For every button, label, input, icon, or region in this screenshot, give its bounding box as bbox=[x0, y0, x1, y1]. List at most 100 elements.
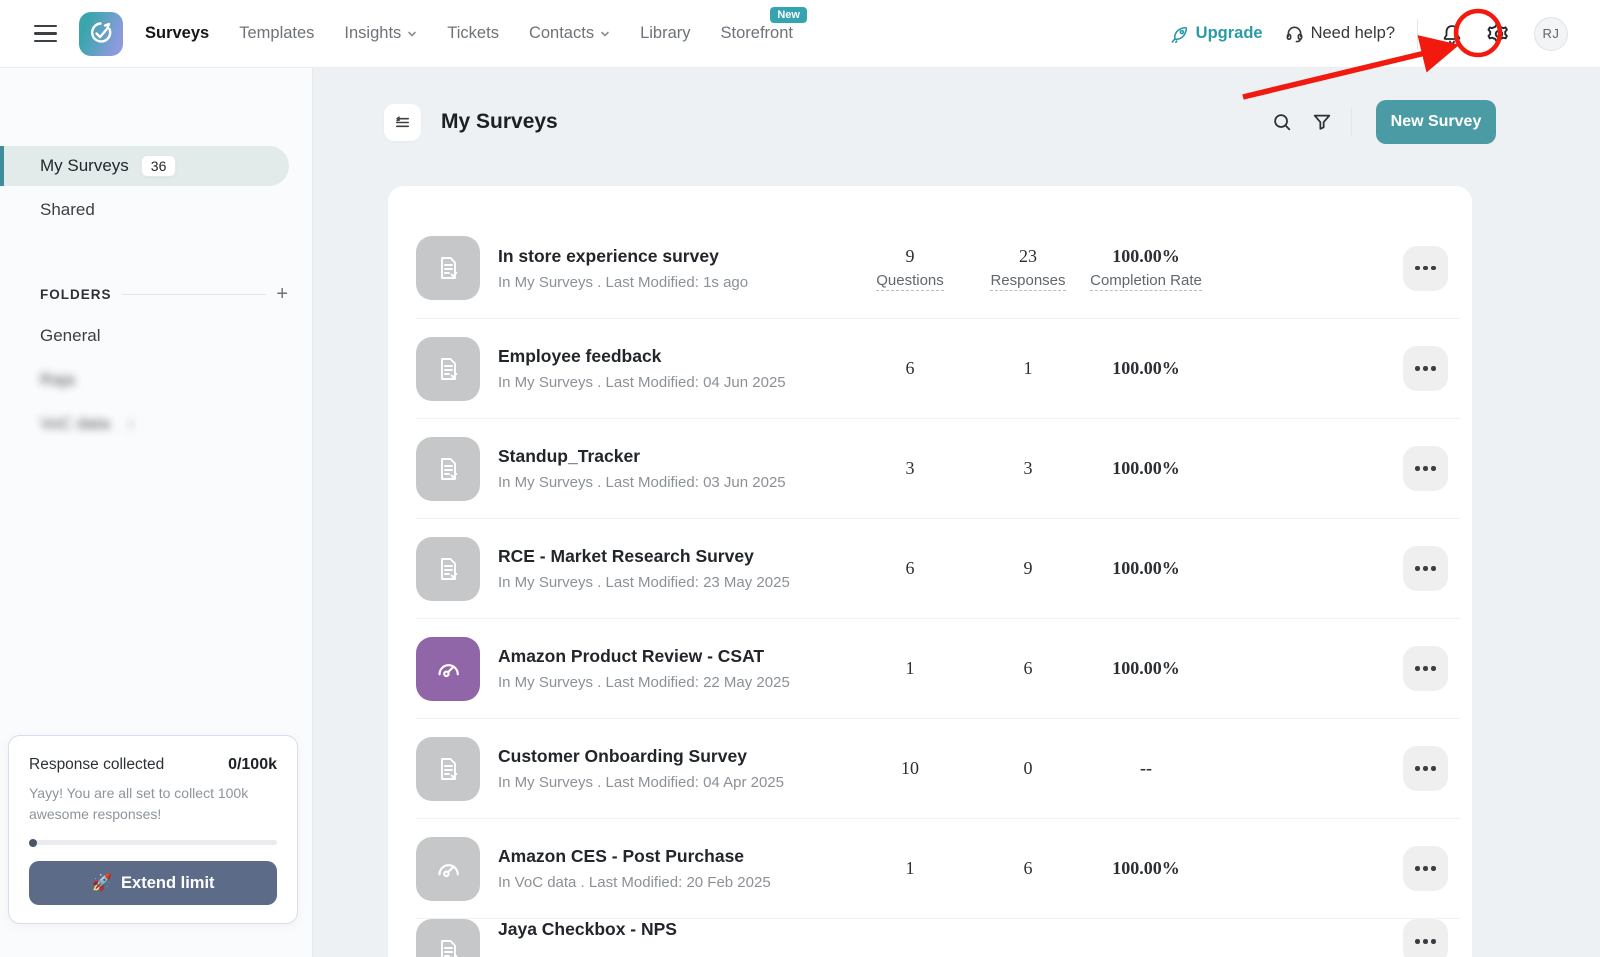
questions-stat: 1 bbox=[851, 858, 969, 879]
survey-meta: In My Surveys . Last Modified: 04 Jun 20… bbox=[498, 374, 851, 391]
survey-meta: In My Surveys . Last Modified: 23 May 20… bbox=[498, 574, 851, 591]
need-help-button[interactable]: Need help? bbox=[1285, 24, 1395, 43]
hamburger-menu-icon[interactable] bbox=[34, 25, 57, 43]
row-menu-button[interactable] bbox=[1403, 919, 1448, 957]
document-check-icon bbox=[432, 935, 464, 957]
nav-item-surveys[interactable]: Surveys bbox=[145, 24, 209, 43]
bell-icon bbox=[1440, 22, 1464, 46]
app-logo[interactable] bbox=[79, 12, 123, 56]
completion-stat: 100.00% bbox=[1087, 458, 1205, 479]
questions-stat: 6 bbox=[851, 558, 969, 579]
responses-stat: 6 bbox=[969, 658, 1087, 679]
rocket-icon bbox=[1170, 24, 1189, 43]
survey-title[interactable]: Standup_Tracker bbox=[498, 446, 851, 467]
survey-row[interactable]: Customer Onboarding Survey In My Surveys… bbox=[416, 718, 1460, 818]
nav-item-insights[interactable]: Insights bbox=[344, 24, 417, 43]
need-help-label: Need help? bbox=[1311, 24, 1395, 43]
survey-title[interactable]: Jaya Checkbox - NPS bbox=[498, 919, 851, 940]
survey-title[interactable]: Customer Onboarding Survey bbox=[498, 746, 851, 767]
questions-stat: 1 bbox=[851, 658, 969, 679]
survey-type-icon bbox=[416, 637, 480, 701]
survey-row[interactable]: RCE - Market Research Survey In My Surve… bbox=[416, 518, 1460, 618]
survey-meta: In My Surveys . Last Modified: 03 Jun 20… bbox=[498, 474, 851, 491]
collapse-sidebar-button[interactable] bbox=[384, 104, 421, 141]
sidebar: My Surveys 36 Shared FOLDERS + General R… bbox=[0, 68, 313, 957]
row-menu-button[interactable] bbox=[1403, 546, 1448, 591]
notifications-bell-button[interactable] bbox=[1440, 22, 1464, 46]
sidebar-item-my-surveys[interactable]: My Surveys 36 bbox=[0, 146, 289, 186]
my-surveys-count-badge: 36 bbox=[141, 155, 177, 177]
headset-icon bbox=[1285, 24, 1304, 43]
survey-title[interactable]: In store experience survey bbox=[498, 246, 851, 267]
row-menu-button[interactable] bbox=[1403, 646, 1448, 691]
extend-limit-button[interactable]: 🚀 Extend limit bbox=[29, 861, 277, 905]
upgrade-button[interactable]: Upgrade bbox=[1170, 24, 1263, 43]
questions-count: 9 bbox=[906, 246, 915, 267]
completion-rate: 100.00% bbox=[1112, 558, 1180, 579]
primary-nav: Surveys Templates Insights Tickets Conta… bbox=[145, 24, 793, 43]
user-avatar[interactable]: RJ bbox=[1534, 17, 1568, 51]
usage-value: 0/100k bbox=[228, 756, 277, 774]
survey-row[interactable]: Employee feedback In My Surveys . Last M… bbox=[416, 318, 1460, 418]
survey-row[interactable]: Amazon CES - Post Purchase In VoC data .… bbox=[416, 818, 1460, 918]
responses-count: 6 bbox=[1024, 858, 1033, 879]
survey-title[interactable]: Amazon Product Review - CSAT bbox=[498, 646, 851, 667]
search-icon bbox=[1271, 111, 1293, 133]
questions-count: 6 bbox=[906, 358, 915, 379]
folder-item-general[interactable]: General bbox=[0, 314, 312, 358]
chevron-down-icon bbox=[407, 29, 417, 39]
topbar-divider bbox=[1417, 19, 1418, 49]
responses-stat: 9 bbox=[969, 558, 1087, 579]
response-usage-card: Response collected 0/100k Yayy! You are … bbox=[8, 735, 298, 924]
nav-item-library[interactable]: Library bbox=[640, 24, 690, 43]
nav-item-templates[interactable]: Templates bbox=[239, 24, 314, 43]
survey-title[interactable]: RCE - Market Research Survey bbox=[498, 546, 851, 567]
new-badge: New bbox=[770, 7, 807, 23]
survey-row[interactable]: Amazon Product Review - CSAT In My Surve… bbox=[416, 618, 1460, 718]
responses-count: 23 bbox=[1019, 246, 1037, 267]
questions-count: 6 bbox=[906, 558, 915, 579]
survey-row[interactable]: Jaya Checkbox - NPS bbox=[416, 918, 1460, 957]
filter-button[interactable] bbox=[1311, 111, 1333, 133]
survey-row[interactable]: In store experience survey In My Surveys… bbox=[416, 218, 1460, 318]
new-survey-button[interactable]: New Survey bbox=[1376, 100, 1496, 144]
row-menu-button[interactable] bbox=[1403, 246, 1448, 291]
folder-item-blurred-2[interactable]: VoC data 1 bbox=[0, 402, 312, 446]
completion-stat: 100.00% bbox=[1087, 358, 1205, 379]
document-check-icon bbox=[432, 252, 464, 284]
row-menu-button[interactable] bbox=[1403, 446, 1448, 491]
page-title: My Surveys bbox=[441, 110, 558, 134]
settings-gear-button[interactable] bbox=[1486, 21, 1512, 47]
top-navigation-bar: Surveys Templates Insights Tickets Conta… bbox=[0, 0, 1600, 68]
header-divider bbox=[1351, 107, 1352, 137]
gauge-icon bbox=[431, 852, 465, 886]
survey-meta: In My Surveys . Last Modified: 22 May 20… bbox=[498, 674, 851, 691]
questions-count: 10 bbox=[901, 758, 919, 779]
completion-stat: 100.00% bbox=[1087, 658, 1205, 679]
row-menu-button[interactable] bbox=[1403, 746, 1448, 791]
survey-meta: In VoC data . Last Modified: 20 Feb 2025 bbox=[498, 874, 851, 891]
survey-type-icon bbox=[416, 737, 480, 801]
add-folder-button[interactable]: + bbox=[276, 284, 288, 304]
folders-header: FOLDERS bbox=[40, 287, 112, 302]
sidebar-item-shared[interactable]: Shared bbox=[0, 190, 312, 230]
extend-limit-label: Extend limit bbox=[121, 874, 215, 893]
survey-title[interactable]: Employee feedback bbox=[498, 346, 851, 367]
survey-title[interactable]: Amazon CES - Post Purchase bbox=[498, 846, 851, 867]
completion-stat: 100.00% bbox=[1087, 558, 1205, 579]
nav-item-label: Insights bbox=[344, 24, 401, 43]
sidebar-item-label: Shared bbox=[40, 200, 95, 220]
search-button[interactable] bbox=[1271, 111, 1293, 133]
document-check-icon bbox=[432, 553, 464, 585]
nav-item-label: Tickets bbox=[447, 24, 499, 43]
nav-item-storefront[interactable]: Storefront New bbox=[721, 24, 793, 43]
questions-stat: 6 bbox=[851, 358, 969, 379]
nav-item-contacts[interactable]: Contacts bbox=[529, 24, 610, 43]
folder-item-blurred-1[interactable]: Raja bbox=[0, 358, 312, 402]
row-menu-button[interactable] bbox=[1403, 846, 1448, 891]
completion-rate: 100.00% bbox=[1112, 658, 1180, 679]
nav-item-tickets[interactable]: Tickets bbox=[447, 24, 499, 43]
survey-row[interactable]: Standup_Tracker In My Surveys . Last Mod… bbox=[416, 418, 1460, 518]
responses-count: 9 bbox=[1024, 558, 1033, 579]
row-menu-button[interactable] bbox=[1403, 346, 1448, 391]
